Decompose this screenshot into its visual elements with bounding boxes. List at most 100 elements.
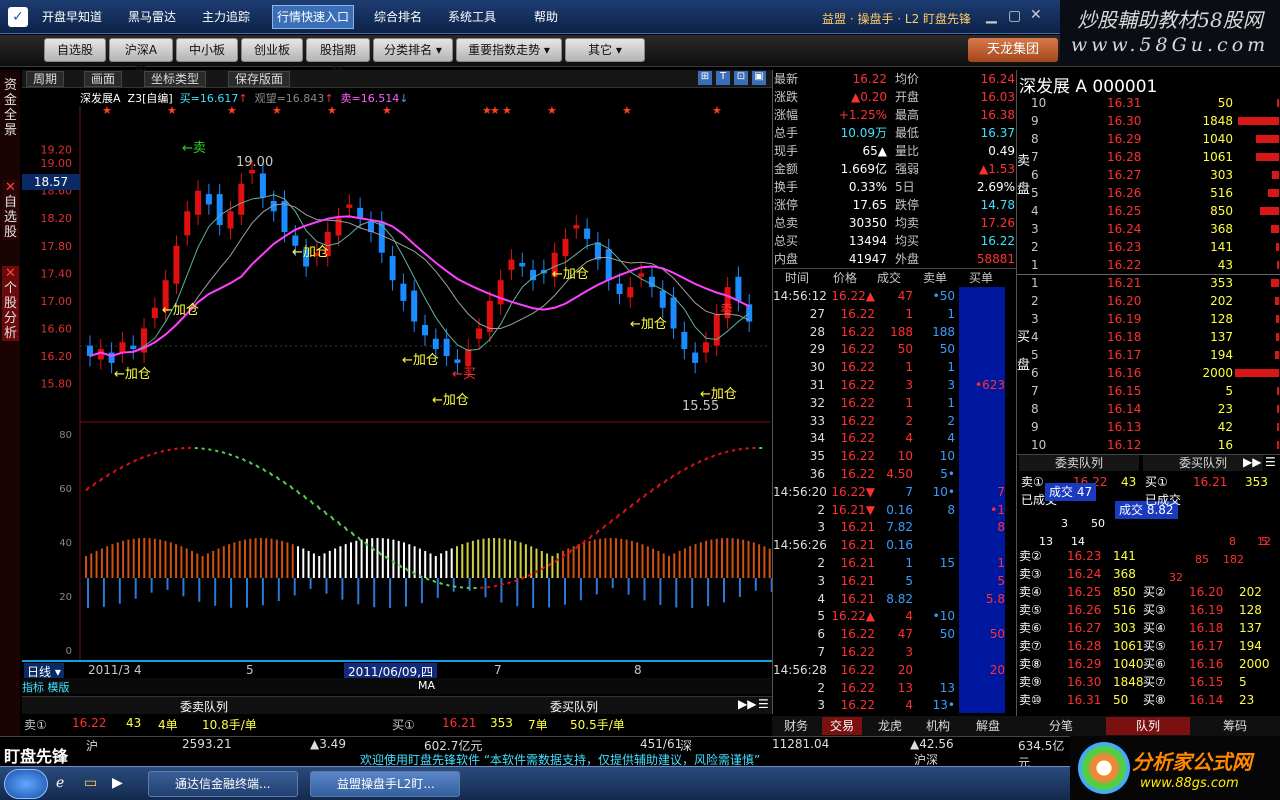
tab-queue[interactable]: 队列 (1106, 717, 1190, 735)
level-qty: 137 (1210, 330, 1233, 344)
buy-level[interactable]: 10 16.12 16 (1017, 436, 1280, 454)
sell-level[interactable]: 9 16.30 1848 (1017, 112, 1280, 130)
queue-buy-label: 买③ (1143, 603, 1166, 617)
tab-analysis[interactable]: 解盘 (968, 717, 1008, 735)
kline-chart[interactable]: 19.20 19.00 18.60 18.20 17.80 17.40 17.00 16.60… (22, 88, 773, 660)
buy-level[interactable]: 2 16.20 202 (1017, 292, 1280, 310)
menu-icon[interactable]: ☰ (1265, 455, 1276, 469)
tab-ticks[interactable]: 分笔 (1038, 717, 1084, 735)
level-bar (1276, 333, 1279, 341)
buy-level[interactable]: 4 16.18 137 (1017, 328, 1280, 346)
btn-watchlist[interactable]: 自选股 (44, 38, 106, 62)
forward-icon[interactable]: ▶▶ (738, 697, 756, 711)
chart-btn-axis[interactable]: 坐标类型 (144, 71, 207, 87)
sell-level[interactable]: 10 16.31 50 (1017, 94, 1280, 112)
menu-item-radar[interactable]: 黑马雷达 (124, 8, 180, 26)
side-tab-watchlist[interactable]: ✕自选股 (2, 180, 19, 240)
sh-change: ▲3.49 (310, 737, 346, 751)
buy-level[interactable]: 7 16.15 5 (1017, 382, 1280, 400)
bottom-right-tabs: 分笔 队列 筹码 (1016, 716, 1280, 736)
chart-btn-period[interactable]: 周期 (26, 71, 65, 87)
task-tdx[interactable]: 通达信金融终端... (148, 771, 298, 797)
tab-finance[interactable]: 财务 (776, 717, 816, 735)
start-button[interactable] (4, 769, 48, 799)
sell-level[interactable]: 5 16.26 516 (1017, 184, 1280, 202)
tab-dragon-tiger[interactable]: 龙虎 (870, 717, 910, 735)
buy-level[interactable]: 3 16.19 128 (1017, 310, 1280, 328)
level-num: 6 (1031, 168, 1039, 182)
menu-icon[interactable]: ☰ (758, 697, 769, 711)
tick-price: 16.22 (840, 662, 875, 677)
brand-badge[interactable]: 天龙集团 (968, 38, 1058, 62)
minimize-icon[interactable]: ▁ (986, 8, 997, 24)
task-emoney[interactable]: 益盟操盘手L2盯... (310, 771, 460, 797)
buy-level[interactable]: 8 16.14 23 (1017, 400, 1280, 418)
indicator-line-segment (487, 585, 491, 589)
candle-body (400, 283, 407, 301)
col-price: 价格 (833, 271, 858, 285)
level-bar (1235, 369, 1279, 377)
tick-list[interactable]: 时间 价格 成交 卖单 买单 14:56:12 16.22▲ 47 •50 27 16.2… (772, 268, 1016, 714)
grid-icon[interactable]: ⊞ (698, 71, 712, 85)
candle-body (130, 345, 137, 350)
flower-logo-icon (1078, 742, 1130, 794)
window-icon[interactable]: ▣ (752, 71, 766, 85)
tick-time: 7 (817, 645, 825, 659)
sell1-label: 卖① (24, 718, 47, 732)
folder-icon[interactable]: ▭ (84, 775, 97, 791)
level-price: 16.27 (1107, 168, 1142, 182)
close-icon[interactable]: ✕ (5, 266, 16, 281)
btn-index-trend[interactable]: 重要指数走势 ▾ (456, 38, 562, 62)
tab-chips[interactable]: 筹码 (1212, 717, 1258, 735)
buy-level[interactable]: 5 16.17 194 (1017, 346, 1280, 364)
indicator-line-segment (670, 474, 675, 480)
tab-institution[interactable]: 机构 (918, 717, 958, 735)
close-icon[interactable]: ✕ (1030, 7, 1042, 23)
sell-level[interactable]: 3 16.24 368 (1017, 220, 1280, 238)
sell-level[interactable]: 2 16.23 141 (1017, 238, 1280, 256)
btn-sh-sz-a[interactable]: 沪深A股 (109, 38, 173, 79)
btn-gem-board[interactable]: 创业板 (241, 38, 303, 62)
menu-item-tools[interactable]: 系统工具 (444, 8, 500, 26)
menu-item-quote[interactable]: 行情快速入口 (272, 5, 355, 29)
ma-label: MA (418, 679, 436, 692)
chart-btn-view[interactable]: 画面 (84, 71, 123, 87)
btn-category-rank[interactable]: 分类排名 ▾ (373, 38, 453, 62)
menu-item-morning[interactable]: 开盘早知道 (38, 8, 106, 26)
indicator-line-segment (275, 476, 281, 481)
sell-level[interactable]: 4 16.25 850 (1017, 202, 1280, 220)
text-icon[interactable]: T (716, 71, 730, 85)
chart-annotation: ←卖 (182, 141, 206, 156)
indicator-template-tab[interactable]: 指标 模版 (22, 679, 70, 695)
quote-row: 金额 1.669亿 强弱 ▲1.53 (773, 160, 1017, 178)
chart-btn-save[interactable]: 保存版面 (228, 71, 291, 87)
tick-sell: 13 (939, 680, 955, 695)
btn-other[interactable]: 其它 ▾ (565, 38, 645, 62)
side-tab-analysis[interactable]: ✕个股分析 (2, 266, 19, 341)
close-icon[interactable]: ✕ (5, 180, 16, 195)
buy-level[interactable]: 1 16.21 353 (1017, 274, 1280, 292)
sell-level[interactable]: 7 16.28 1061 (1017, 148, 1280, 166)
forward-icon[interactable]: ▶▶ (1243, 455, 1261, 469)
buy-level[interactable]: 6 16.16 2000 (1017, 364, 1280, 382)
menu-item-ranking[interactable]: 综合排名 (370, 8, 426, 26)
candle-body (227, 211, 234, 229)
side-tab-fund[interactable]: 资金全景 (2, 78, 19, 138)
maximize-icon[interactable]: ▢ (1008, 8, 1021, 24)
sell-level[interactable]: 6 16.27 303 (1017, 166, 1280, 184)
sell-level[interactable]: 1 16.22 43 (1017, 256, 1280, 274)
tick-row: 2 16.22 13 13 (773, 679, 1017, 697)
tab-trade[interactable]: 交易 (822, 717, 862, 735)
media-icon[interactable]: ▶ (112, 775, 123, 791)
menu-item-tracking[interactable]: 主力追踪 (198, 8, 254, 26)
ie-icon[interactable]: ℯ (56, 775, 64, 791)
queue-buy-price: 16.20 (1189, 585, 1224, 599)
fullscreen-icon[interactable]: ⊡ (734, 71, 748, 85)
candle-body (195, 190, 202, 215)
buy-level[interactable]: 9 16.13 42 (1017, 418, 1280, 436)
sell-level[interactable]: 8 16.29 1040 (1017, 130, 1280, 148)
btn-index-futures[interactable]: 股指期货 (306, 38, 370, 79)
menu-item-help[interactable]: 帮助 (530, 8, 562, 26)
candle-body (173, 245, 180, 284)
btn-sme-board[interactable]: 中小板 (176, 38, 238, 62)
